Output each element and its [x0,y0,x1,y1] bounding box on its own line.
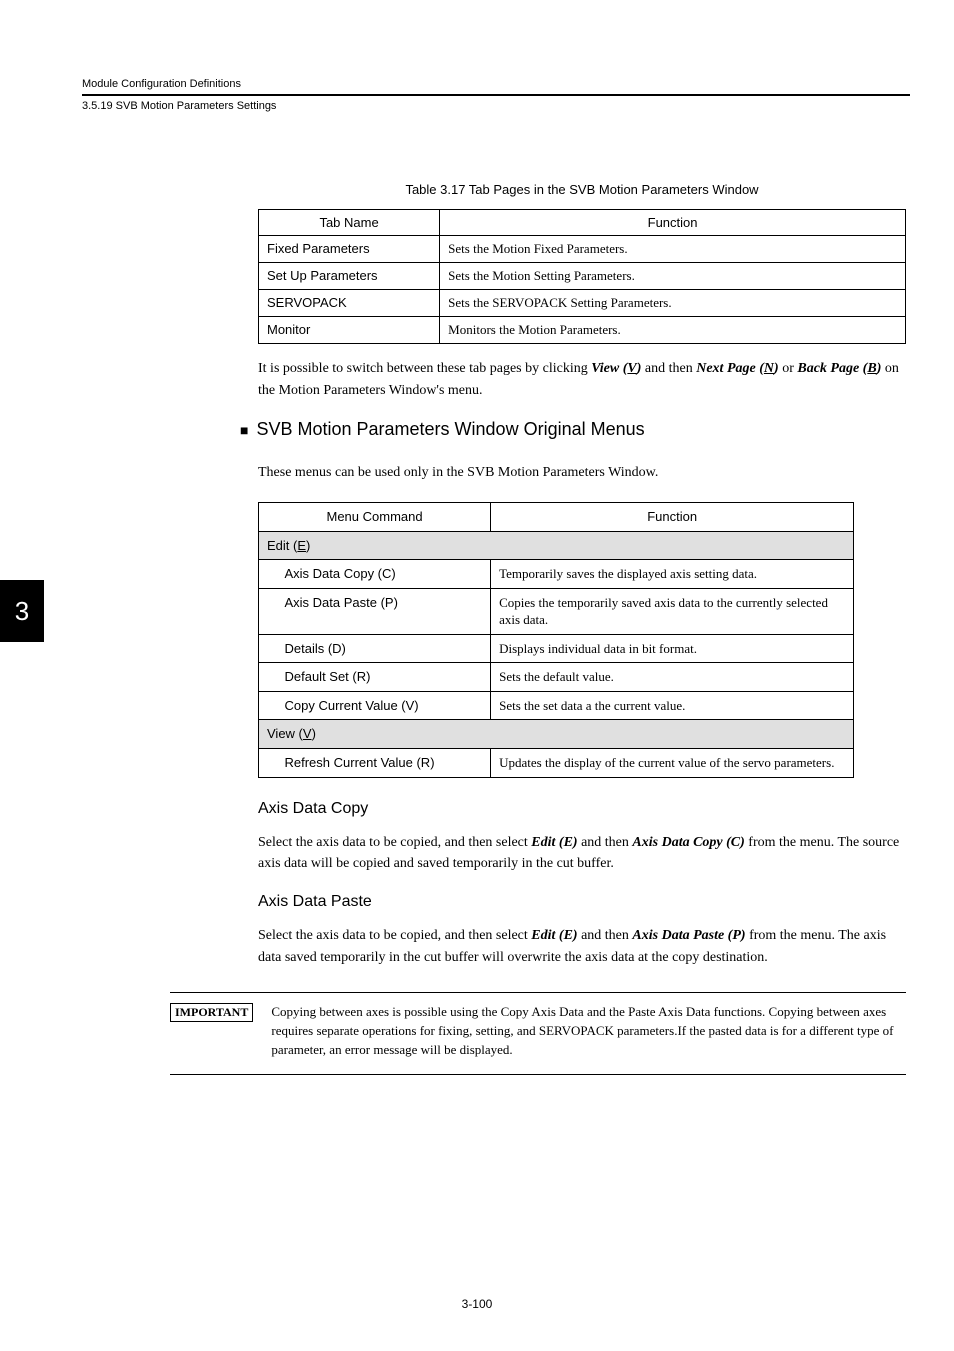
header-section: 3.5.19 SVB Motion Parameters Settings [82,100,910,112]
table-row: Default Set (R) Sets the default value. [259,663,854,692]
heading-2: ■ SVB Motion Parameters Window Original … [240,419,906,440]
table-cell: Fixed Parameters [259,236,440,263]
menu-ref: Back Page (B) [797,361,881,376]
table-cell: Default Set (R) [276,663,490,692]
table-cell: Monitors the Motion Parameters. [440,317,906,344]
menu-ref: Edit (E) [531,835,577,850]
text: Select the axis data to be copied, and t… [258,928,531,943]
table-row: Axis Data Paste (P) Copies the temporari… [259,588,854,634]
table-section: Edit (E) [259,531,854,560]
table-cell: Refresh Current Value (R) [276,748,490,777]
table-cell: Updates the display of the current value… [491,748,854,777]
heading-3: Axis Data Copy [258,800,906,818]
important-note: IMPORTANT Copying between axes is possib… [170,992,906,1075]
table-row: Axis Data Copy (C) Temporarily saves the… [259,560,854,589]
text: and then [641,361,696,376]
table-caption: Table 3.17 Tab Pages in the SVB Motion P… [258,182,906,197]
table-row: Details (D) Displays individual data in … [259,634,854,663]
table-cell: Axis Data Paste (P) [276,588,490,634]
table-cell: Sets the default value. [491,663,854,692]
table-section: View (V) [259,720,854,749]
table-cell: Displays individual data in bit format. [491,634,854,663]
page-number: 3-100 [0,1297,954,1311]
table-cell: Sets the Motion Fixed Parameters. [440,236,906,263]
table-cell: Set Up Parameters [259,263,440,290]
menu-ref: Next Page (N) [696,361,778,376]
table-cell: Copy Current Value (V) [276,691,490,720]
table-cell: Details (D) [276,634,490,663]
table-row: Monitor Monitors the Motion Parameters. [259,317,906,344]
important-label: IMPORTANT [170,1003,253,1022]
chapter-side-tab: 3 [0,580,44,642]
menu-command-table: Menu Command Function Edit (E) Axis Data… [258,502,854,777]
menu-ref: Axis Data Copy (C) [632,835,744,850]
paragraph: Select the axis data to be copied, and t… [258,832,906,875]
indent [259,691,277,720]
indent [259,560,277,589]
table-row: Refresh Current Value (R) Updates the di… [259,748,854,777]
paragraph: Select the axis data to be copied, and t… [258,925,906,968]
table-header: Tab Name [259,210,440,236]
indent [259,588,277,634]
indent [259,634,277,663]
heading-text: SVB Motion Parameters Window Original Me… [256,419,644,440]
table-row: SERVOPACK Sets the SERVOPACK Setting Par… [259,290,906,317]
menu-ref: View (V) [591,361,641,376]
table-cell: Copies the temporarily saved axis data t… [491,588,854,634]
table-cell: Sets the Motion Setting Parameters. [440,263,906,290]
table-cell: Axis Data Copy (C) [276,560,490,589]
table-cell: Monitor [259,317,440,344]
heading-3: Axis Data Paste [258,893,906,911]
paragraph: These menus can be used only in the SVB … [258,462,906,484]
text: Select the axis data to be copied, and t… [258,835,531,850]
table-cell: Sets the SERVOPACK Setting Parameters. [440,290,906,317]
text: It is possible to switch between these t… [258,361,591,376]
table-row: Edit (E) [259,531,854,560]
table-cell: Temporarily saves the displayed axis set… [491,560,854,589]
page-header: Module Configuration Definitions 3.5.19 … [82,78,910,112]
table-header: Function [440,210,906,236]
table-header: Function [491,503,854,532]
paragraph: It is possible to switch between these t… [258,358,906,401]
indent [259,663,277,692]
table-row: Copy Current Value (V) Sets the set data… [259,691,854,720]
tab-pages-table: Tab Name Function Fixed Parameters Sets … [258,209,906,344]
menu-ref: Axis Data Paste (P) [632,928,745,943]
text: and then [578,835,633,850]
menu-ref: Edit (E) [531,928,577,943]
header-chapter: Module Configuration Definitions [82,78,910,92]
page-content: Table 3.17 Tab Pages in the SVB Motion P… [258,182,906,1075]
table-cell: Sets the set data a the current value. [491,691,854,720]
table-header: Menu Command [259,503,491,532]
indent [259,748,277,777]
text: and then [578,928,633,943]
text: or [779,361,798,376]
important-text: Copying between axes is possible using t… [271,1003,906,1060]
square-bullet-icon: ■ [240,424,248,440]
table-row: Fixed Parameters Sets the Motion Fixed P… [259,236,906,263]
header-rule [82,94,910,96]
table-cell: SERVOPACK [259,290,440,317]
table-row: Set Up Parameters Sets the Motion Settin… [259,263,906,290]
table-row: View (V) [259,720,854,749]
